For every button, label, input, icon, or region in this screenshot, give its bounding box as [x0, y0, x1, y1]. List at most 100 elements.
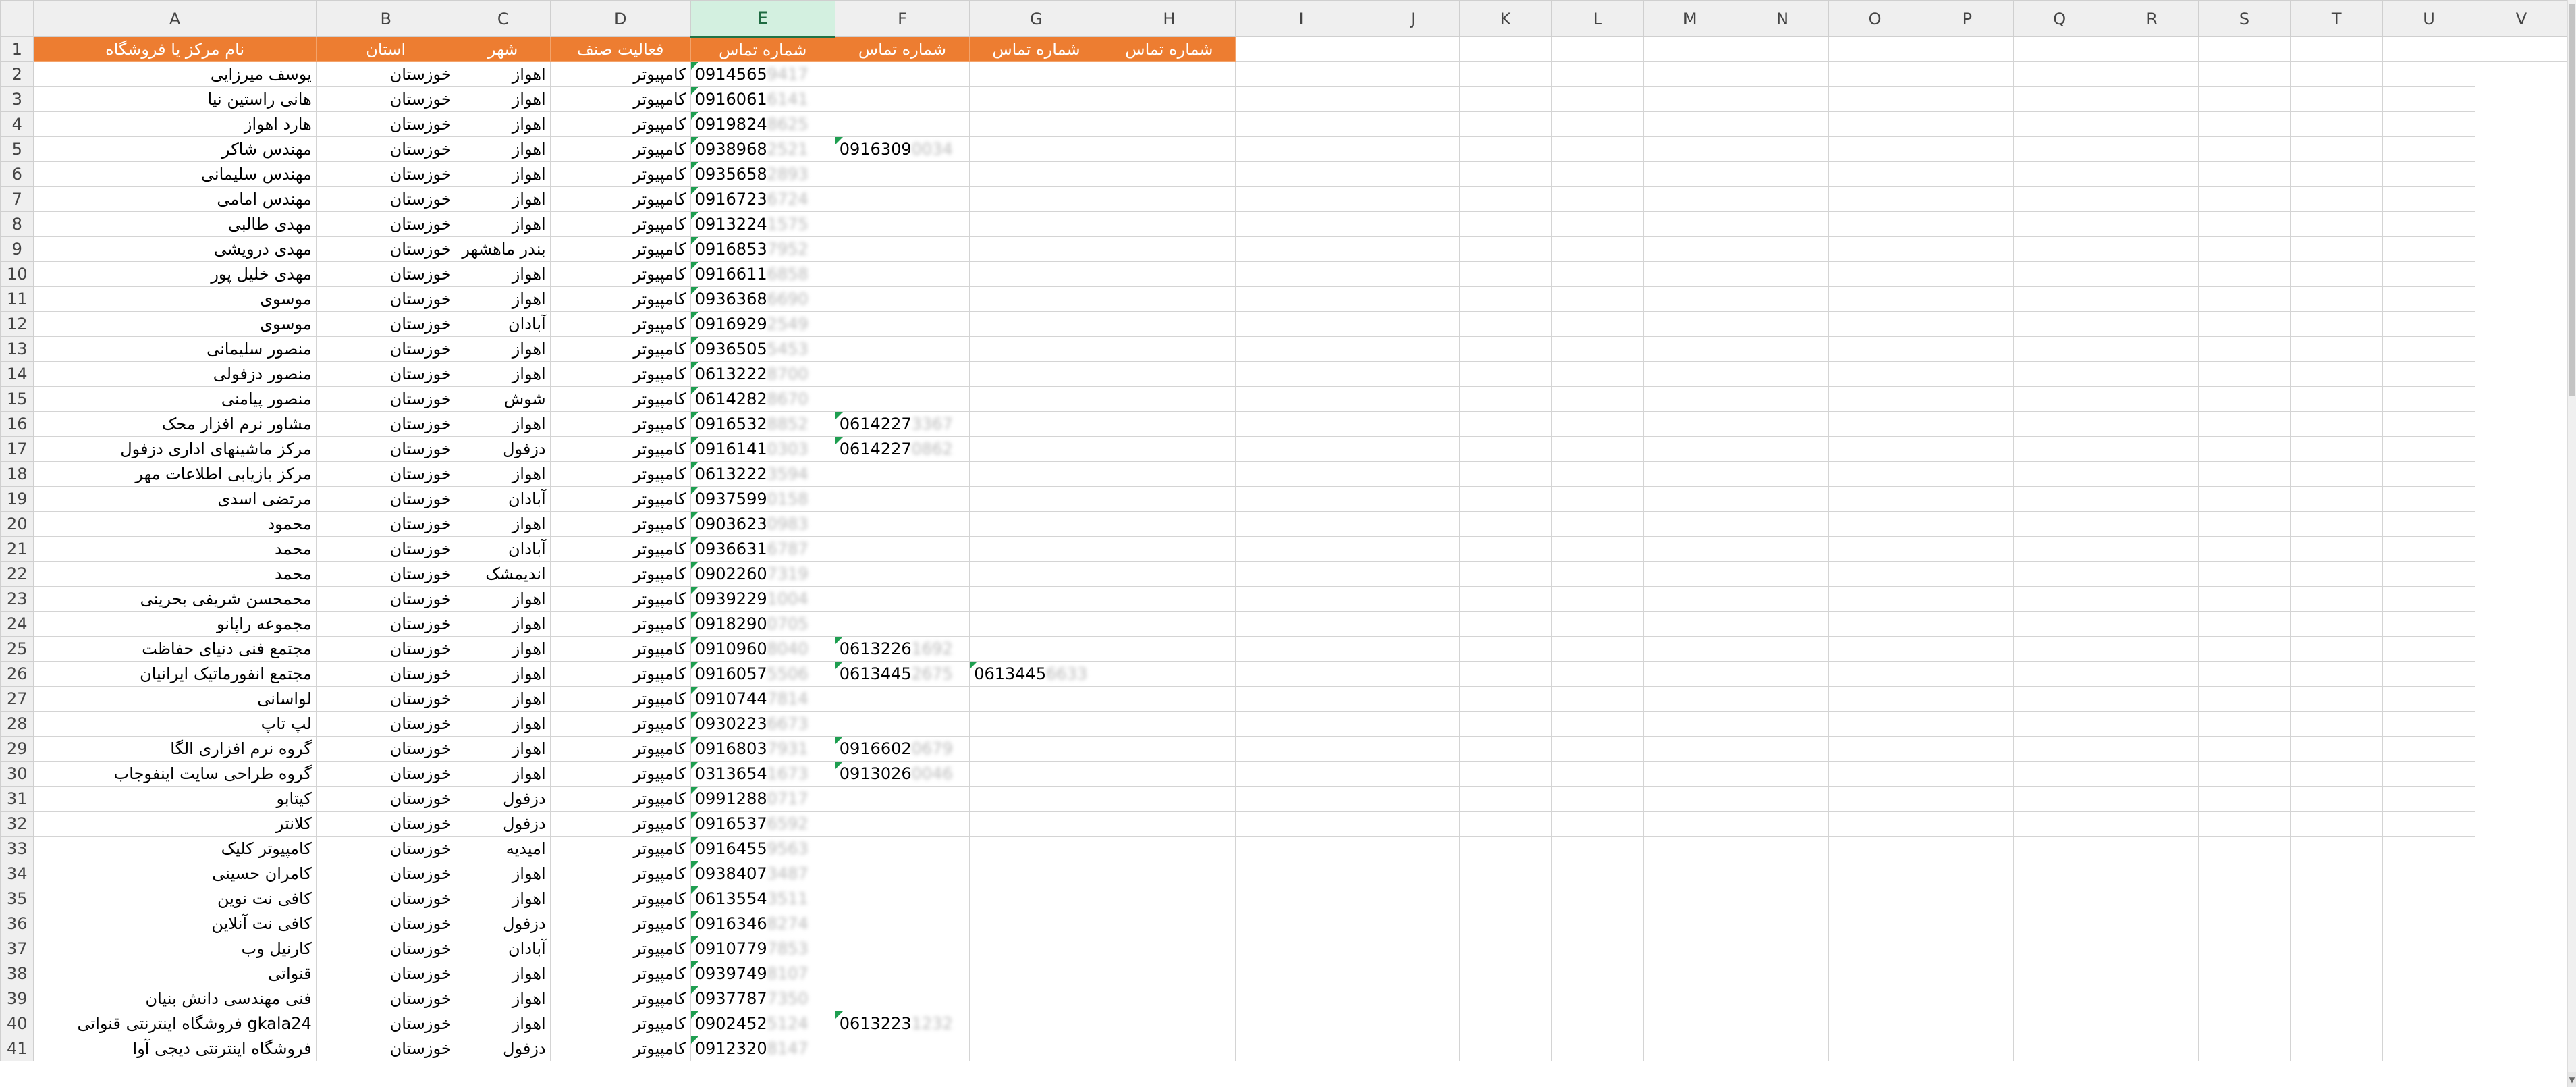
empty-cell[interactable] [1920, 911, 2014, 936]
empty-cell[interactable] [1458, 611, 1552, 637]
phone-cell-e[interactable]: 09022607319 [690, 561, 835, 587]
city-cell[interactable]: آبادان [455, 536, 551, 562]
header-cell[interactable]: شماره تماس [834, 36, 970, 62]
empty-cell[interactable] [1736, 611, 1830, 637]
phone-cell-f[interactable] [834, 786, 970, 812]
empty-cell[interactable] [2382, 361, 2476, 387]
empty-cell[interactable] [2290, 186, 2384, 212]
empty-cell[interactable] [2290, 461, 2384, 487]
phone-cell-f[interactable] [834, 861, 970, 886]
province-cell[interactable]: خوزستان [315, 636, 456, 662]
empty-cell[interactable] [1643, 261, 1737, 287]
empty-cell[interactable] [1458, 736, 1552, 762]
empty-cell[interactable] [1736, 836, 1830, 861]
column-header-o[interactable]: O [1828, 0, 1921, 37]
empty-cell[interactable] [1102, 811, 1236, 837]
empty-cell[interactable] [1920, 561, 2014, 587]
empty-cell[interactable] [1102, 936, 1236, 961]
phone-cell-e[interactable]: 09366316787 [690, 536, 835, 562]
empty-cell[interactable] [1551, 211, 1645, 237]
row-header[interactable]: 18 [0, 461, 34, 487]
empty-cell[interactable] [1367, 361, 1460, 387]
empty-cell[interactable] [1551, 161, 1645, 187]
empty-cell[interactable] [2012, 61, 2106, 87]
column-header-p[interactable]: P [1920, 0, 2014, 37]
empty-cell[interactable] [2012, 886, 2106, 911]
empty-cell[interactable] [1736, 986, 1830, 1011]
phone-cell-f[interactable] [834, 461, 970, 487]
activity-cell[interactable]: کامپیوتر [549, 561, 691, 587]
phone-cell-g[interactable] [969, 611, 1103, 637]
empty-cell[interactable] [2382, 761, 2476, 787]
empty-cell[interactable] [1102, 911, 1236, 936]
empty-cell[interactable] [1643, 336, 1737, 362]
empty-cell[interactable] [2197, 311, 2291, 337]
province-cell[interactable]: خوزستان [315, 786, 456, 812]
empty-cell[interactable] [2290, 536, 2384, 562]
phone-cell-e[interactable]: 09169292549 [690, 311, 835, 337]
empty-cell[interactable] [2197, 836, 2291, 861]
row-header[interactable]: 5 [0, 136, 34, 162]
phone-cell-g[interactable] [969, 961, 1103, 986]
phone-cell-f[interactable] [834, 936, 970, 961]
name-cell[interactable]: مهدی درویشی [33, 236, 317, 262]
phone-cell-g[interactable] [969, 461, 1103, 487]
name-cell[interactable]: فروشگاه اینترنتی دیجی آوا [33, 1036, 317, 1061]
empty-cell[interactable] [2105, 286, 2199, 312]
row-header[interactable]: 11 [0, 286, 34, 312]
activity-cell[interactable]: کامپیوتر [549, 811, 691, 837]
empty-cell[interactable] [1551, 586, 1645, 612]
name-cell[interactable]: فنی مهندسی دانش بنیان [33, 986, 317, 1011]
row-header[interactable]: 26 [0, 661, 34, 687]
phone-cell-e[interactable]: 09377877350 [690, 986, 835, 1011]
empty-cell[interactable] [1643, 786, 1737, 812]
name-cell[interactable]: موسوی [33, 311, 317, 337]
empty-cell[interactable] [1235, 86, 1368, 112]
empty-cell[interactable] [2382, 411, 2476, 437]
province-cell[interactable]: خوزستان [315, 136, 456, 162]
phone-cell-f[interactable] [834, 611, 970, 637]
empty-cell[interactable] [2290, 911, 2384, 936]
row-header[interactable]: 4 [0, 111, 34, 137]
phone-cell-g[interactable] [969, 636, 1103, 662]
empty-cell[interactable] [2382, 461, 2476, 487]
empty-cell[interactable] [1458, 461, 1552, 487]
empty-cell[interactable] [1828, 811, 1921, 837]
empty-cell[interactable] [2012, 811, 2106, 837]
phone-cell-g[interactable] [969, 536, 1103, 562]
empty-cell[interactable] [2012, 736, 2106, 762]
empty-cell[interactable] [2290, 261, 2384, 287]
activity-cell[interactable]: کامپیوتر [549, 311, 691, 337]
phone-cell-g[interactable] [969, 736, 1103, 762]
empty-cell[interactable] [2382, 261, 2476, 287]
empty-cell[interactable] [2290, 486, 2384, 512]
city-cell[interactable]: امیدیه [455, 836, 551, 861]
empty-cell[interactable] [1643, 36, 1737, 62]
name-cell[interactable]: محمد [33, 561, 317, 587]
empty-cell[interactable] [1643, 811, 1737, 837]
empty-cell[interactable] [1736, 211, 1830, 237]
phone-cell-g[interactable] [969, 336, 1103, 362]
city-cell[interactable]: آبادان [455, 936, 551, 961]
empty-cell[interactable] [1102, 136, 1236, 162]
empty-cell[interactable] [1736, 136, 1830, 162]
empty-cell[interactable] [2197, 1036, 2291, 1061]
empty-cell[interactable] [1235, 911, 1368, 936]
city-cell[interactable]: آبادان [455, 486, 551, 512]
empty-cell[interactable] [2197, 261, 2291, 287]
empty-cell[interactable] [2105, 211, 2199, 237]
phone-cell-f[interactable]: 06142270862 [834, 436, 970, 462]
empty-cell[interactable] [1920, 161, 2014, 187]
city-cell[interactable]: اهواز [455, 211, 551, 237]
empty-cell[interactable] [1736, 336, 1830, 362]
empty-cell[interactable] [1367, 811, 1460, 837]
header-cell[interactable]: شماره تماس [969, 36, 1103, 62]
empty-cell[interactable] [1367, 436, 1460, 462]
empty-cell[interactable] [1367, 411, 1460, 437]
empty-cell[interactable] [1736, 236, 1830, 262]
empty-cell[interactable] [1551, 36, 1645, 62]
empty-cell[interactable] [1551, 111, 1645, 137]
row-header[interactable]: 3 [0, 86, 34, 112]
empty-cell[interactable] [1643, 411, 1737, 437]
header-cell[interactable]: شماره تماس [1102, 36, 1236, 62]
